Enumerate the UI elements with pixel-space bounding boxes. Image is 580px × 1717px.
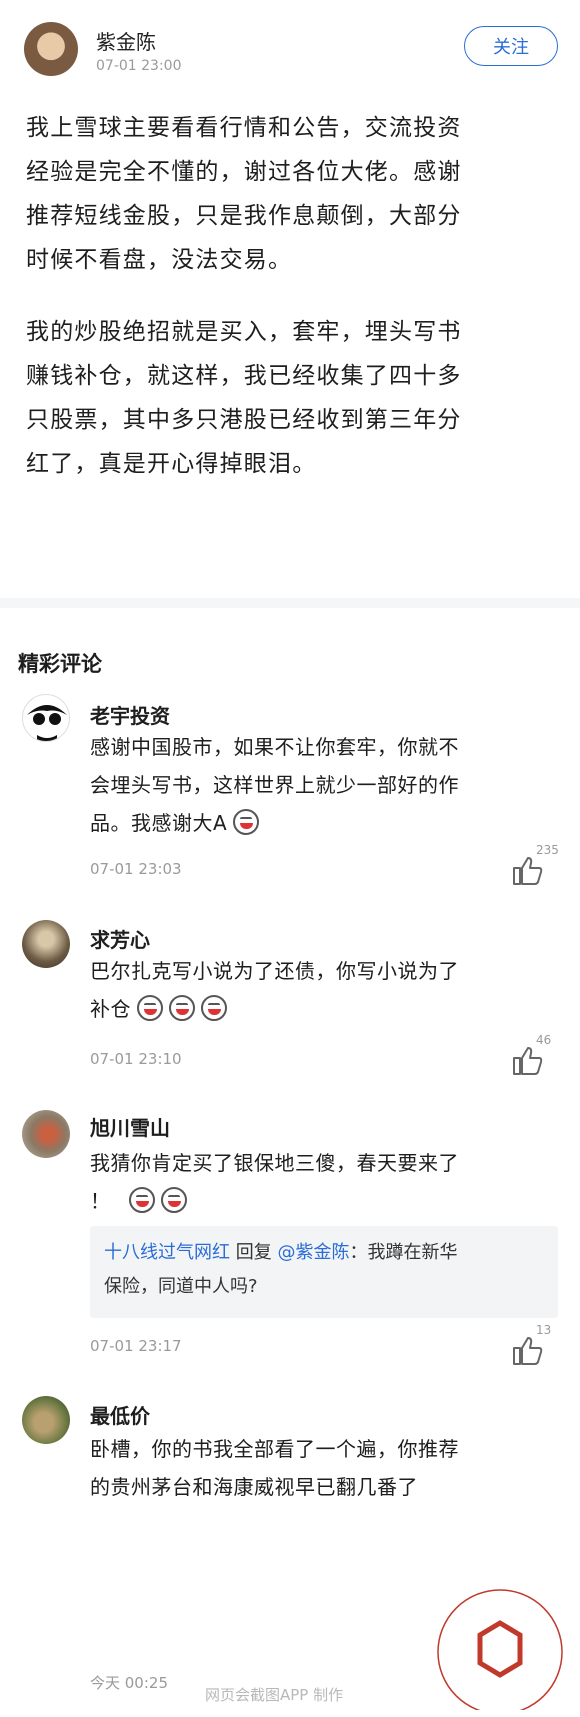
comment-text: 卧槽，你的书我全部看了一个遍，你推荐 的贵州茅台和海康威视早已翻几番了 [90, 1430, 550, 1506]
comment-time: 07-01 23:03 [90, 860, 182, 878]
section-divider [0, 598, 580, 608]
grin-emoji-icon [128, 1187, 155, 1213]
reply-mention-link[interactable]: @紫金陈 [277, 1242, 349, 1263]
comment-line: 我猜你肯定买了银保地三傻，春天要来了 [90, 1151, 459, 1175]
author-avatar[interactable] [24, 22, 78, 76]
like-count: 13 [536, 1323, 552, 1337]
comment-time: 07-01 23:10 [90, 1050, 182, 1068]
commenter-avatar[interactable] [22, 694, 70, 742]
reply-author-link[interactable]: 十八线过气网红 [104, 1242, 230, 1263]
grin-emoji-icon [137, 995, 163, 1021]
reply-line: 十八线过气网红 回复 @紫金陈：我蹲在新华 [104, 1236, 544, 1270]
comment-line-text: 品。我感谢大A [90, 811, 228, 835]
author-name[interactable]: 紫金陈 [96, 26, 156, 55]
panda-avatar-icon [24, 696, 69, 741]
commenter-name[interactable]: 求芳心 [90, 924, 150, 953]
comment-line: 品。我感谢大A [90, 804, 550, 842]
comment-text: 巴尔扎克写小说为了还债，你写小说为了 补仓 [90, 952, 550, 1028]
watermark-logo [437, 1589, 563, 1710]
post-line: 推荐短线金股，只是我作息颠倒，大部分 [26, 203, 462, 229]
post-time: 07-01 23:00 [96, 58, 182, 74]
post-line: 经验是完全不懂的，谢过各位大佬。感谢 [26, 159, 462, 185]
reply-verb: 回复 [235, 1242, 272, 1263]
reply-text: 十八线过气网红 回复 @紫金陈：我蹲在新华 保险，同道中人吗? [104, 1236, 544, 1304]
grin-emoji-icon [201, 995, 227, 1021]
post-line: 时候不看盘，没法交易。 [26, 247, 293, 273]
comment-text: 我猜你肯定买了银保地三傻，春天要来了 ！ [90, 1144, 550, 1220]
comment-line: 卧槽，你的书我全部看了一个遍，你推荐 [90, 1437, 459, 1461]
follow-button-label: 关注 [493, 37, 529, 58]
comment-time: 今天 00:25 [90, 1674, 168, 1692]
footer-note: 网页会截图APP 制作 [205, 1686, 344, 1704]
like-count: 46 [536, 1033, 552, 1047]
comment-line: 的贵州茅台和海康威视早已翻几番了 [90, 1475, 418, 1499]
post-paragraph-2: 我的炒股绝招就是买入，套牢，埋头写书 赚钱补仓，就这样，我已经收集了四十多 只股… [26, 310, 562, 486]
like-count: 235 [536, 843, 559, 857]
post-line: 只股票，其中多只港股已经收到第三年分 [26, 407, 462, 433]
follow-button[interactable]: 关注 [464, 26, 558, 66]
reply-text-part: ：我蹲在新华 [349, 1242, 458, 1263]
commenter-avatar[interactable] [22, 1396, 70, 1444]
commenter-name[interactable]: 老宇投资 [90, 700, 170, 729]
post-line: 红了，真是开心得掉眼泪。 [26, 451, 317, 477]
post-line: 赚钱补仓，就这样，我已经收集了四十多 [26, 363, 462, 389]
comments-section-title: 精彩评论 [18, 652, 102, 676]
comment-text: 感谢中国股市，如果不让你套牢，你就不 会埋头写书，这样世界上就少一部好的作 品。… [90, 728, 550, 842]
comment-line: 补仓 [90, 990, 550, 1028]
commenter-avatar[interactable] [22, 920, 70, 968]
comment-line-text: ！ [90, 1189, 111, 1213]
crying-emoji-icon [233, 809, 260, 835]
commenter-name[interactable]: 旭川雪山 [90, 1112, 170, 1141]
post-paragraph-1: 我上雪球主要看看行情和公告，交流投资 经验是完全不懂的，谢过各位大佬。感谢 推荐… [26, 106, 562, 282]
post-line: 我的炒股绝招就是买入，套牢，埋头写书 [26, 319, 462, 345]
reply-line: 保险，同道中人吗? [104, 1276, 258, 1297]
grin-emoji-icon [169, 995, 195, 1021]
comment-line: 巴尔扎克写小说为了还债，你写小说为了 [90, 959, 459, 983]
commenter-avatar[interactable] [22, 1110, 70, 1158]
comment-line: 会埋头写书，这样世界上就少一部好的作 [90, 773, 459, 797]
comment-line-text: 补仓 [90, 997, 131, 1021]
comment-line: 感谢中国股市，如果不让你套牢，你就不 [90, 735, 459, 759]
commenter-name[interactable]: 最低价 [90, 1400, 150, 1429]
post-line: 我上雪球主要看看行情和公告，交流投资 [26, 115, 462, 141]
grin-emoji-icon [160, 1187, 187, 1213]
comment-line: ！ [90, 1182, 550, 1220]
comment-time: 07-01 23:17 [90, 1337, 182, 1355]
